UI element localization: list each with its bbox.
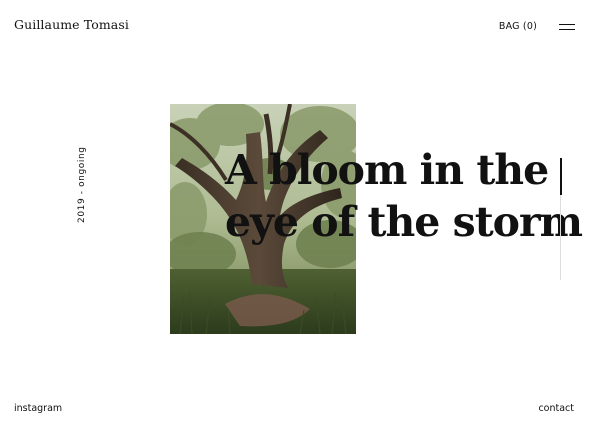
project-title-line-2: eye of the storm	[225, 198, 583, 246]
contact-link[interactable]: contact	[538, 403, 574, 414]
bag-link[interactable]: BAG (0)	[499, 21, 537, 32]
menu-bar-top	[559, 24, 575, 26]
menu-bar-bottom	[559, 29, 575, 31]
hamburger-menu-icon[interactable]	[559, 22, 575, 31]
project-years-text: 2019 - ongoing	[77, 146, 87, 223]
scroll-indicator[interactable]	[559, 158, 562, 280]
site-logo[interactable]: Guillaume Tomasi	[14, 17, 129, 32]
project-years: 2019 - ongoing	[71, 145, 93, 225]
project-title-line-1: A bloom in the	[225, 146, 549, 194]
scroll-indicator-thumb[interactable]	[559, 158, 562, 195]
project-title[interactable]: A bloom in the eye of the storm	[225, 144, 597, 248]
instagram-link[interactable]: instagram	[14, 403, 62, 414]
